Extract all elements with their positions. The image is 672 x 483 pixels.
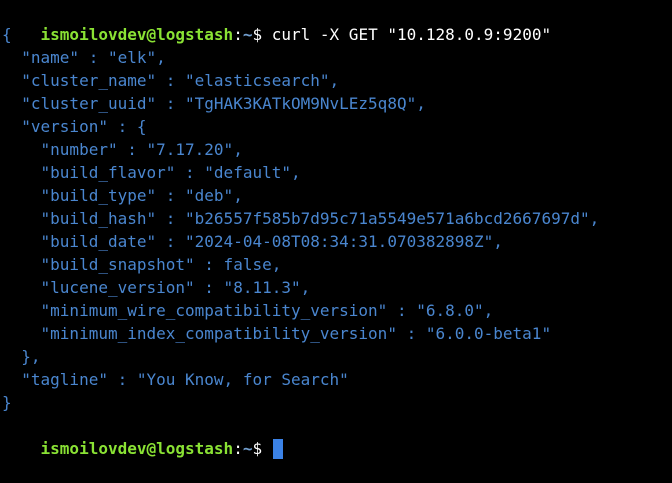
prompt-separator: :	[233, 25, 243, 44]
output-line: "build_hash" : "b26557f585b7d95c71a5549e…	[2, 209, 600, 228]
prompt-symbol: $	[252, 439, 263, 458]
output-line: }	[2, 393, 12, 412]
output-line: "minimum_wire_compatibility_version" : "…	[2, 301, 494, 320]
output-line: },	[2, 347, 41, 366]
command-line: ismoilovdev@logstash:~$ curl -X GET "10.…	[2, 0, 672, 44]
terminal-window[interactable]: ismoilovdev@logstash:~$ curl -X GET "10.…	[0, 0, 672, 473]
output-line: "cluster_uuid" : "TgHAK3KATkOM9NvLEz5q8Q…	[2, 94, 426, 113]
active-prompt-line[interactable]: ismoilovdev@logstash:~$	[2, 414, 672, 459]
output-line: "build_type" : "deb",	[2, 186, 243, 205]
command-text: curl -X GET "10.128.0.9:9200"	[262, 25, 552, 44]
output-line: "build_flavor" : "default",	[2, 163, 301, 182]
output-line: "version" : {	[2, 117, 147, 136]
output-line: "build_date" : "2024-04-08T08:34:31.0703…	[2, 232, 503, 251]
output-line: "tagline" : "You Know, for Search"	[2, 370, 349, 389]
output-line: "minimum_index_compatibility_version" : …	[2, 324, 552, 343]
text-cursor[interactable]	[272, 438, 283, 459]
output-line: "name" : "elk",	[2, 48, 166, 67]
output-line: "number" : "7.17.20",	[2, 140, 243, 159]
output-line: "build_snapshot" : false,	[2, 255, 282, 274]
output-line: "lucene_version" : "8.11.3",	[2, 278, 311, 297]
prompt-user-host: ismoilovdev@logstash	[40, 25, 234, 44]
output-line: "cluster_name" : "elasticsearch",	[2, 71, 340, 90]
prompt-user-host: ismoilovdev@logstash	[40, 439, 234, 458]
prompt-separator: :	[233, 439, 243, 458]
prompt-symbol: $	[252, 25, 263, 44]
